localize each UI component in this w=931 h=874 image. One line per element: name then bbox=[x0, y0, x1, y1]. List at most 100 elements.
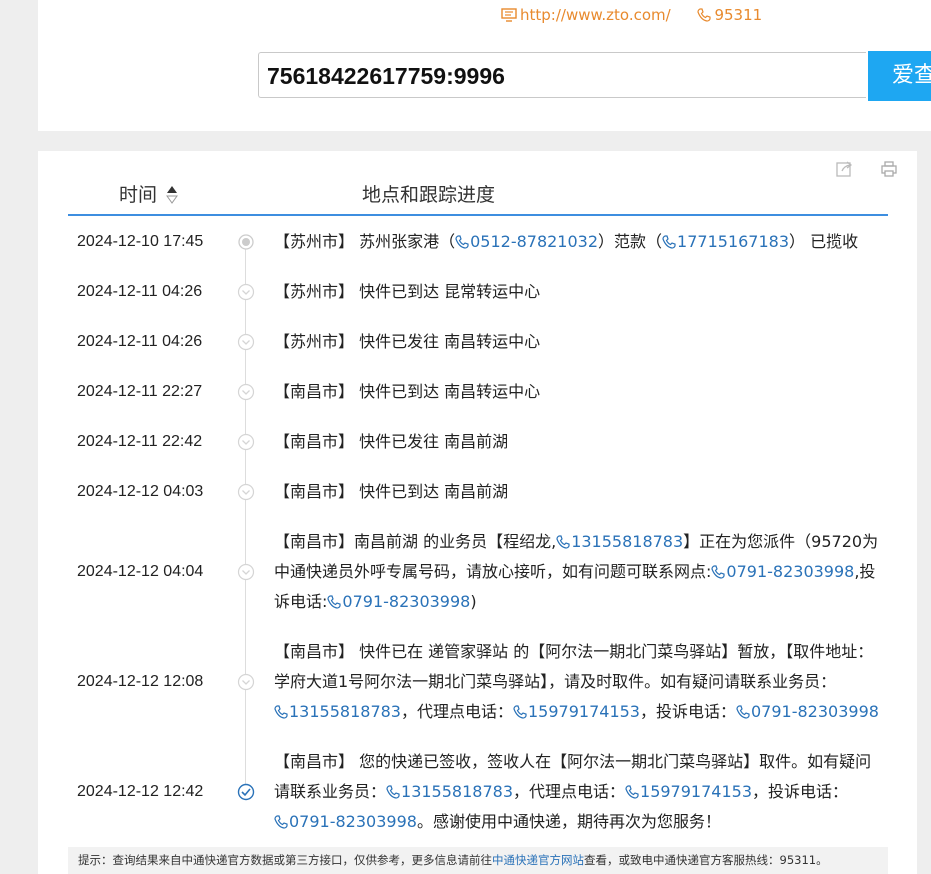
phone-icon bbox=[386, 785, 400, 799]
sort-icon[interactable] bbox=[165, 183, 179, 205]
share-icon[interactable] bbox=[835, 160, 853, 178]
phone-number: 0791-82303998 bbox=[342, 592, 471, 611]
event-description: 【南昌市】 快件已到达 南昌前湖 bbox=[274, 477, 884, 507]
phone-link[interactable]: 0791-82303998 bbox=[711, 562, 854, 581]
event-text: ，代理点电话： bbox=[513, 782, 626, 801]
event-time: 2024-12-12 04:04 bbox=[77, 563, 204, 580]
event-description: 【南昌市】 快件已发往 南昌前湖 bbox=[274, 427, 884, 457]
event-text: 【苏州市】 快件已到达 昆常转运中心 bbox=[274, 282, 541, 301]
phone-number: 13155818783 bbox=[289, 702, 401, 721]
phone-link[interactable]: 0791-82303998 bbox=[327, 592, 470, 611]
search-card: http://www.zto.com/ 95311 75618422617759… bbox=[38, 0, 931, 131]
event-text: 【南昌市】 快件已发往 南昌前湖 bbox=[274, 432, 509, 451]
search-button[interactable]: 爱查 bbox=[868, 51, 931, 101]
chevron-down-icon bbox=[237, 333, 255, 351]
event-text: 【南昌市】 快件已到达 南昌前湖 bbox=[274, 482, 509, 501]
phone-number: 0791-82303998 bbox=[751, 702, 879, 721]
phone-number: 15979174153 bbox=[640, 782, 752, 801]
notice-text-before: 提示：查询结果来自中通快递官方数据或第三方接口，仅供参考，更多信息请前往 bbox=[78, 853, 492, 867]
phone-icon bbox=[556, 535, 570, 549]
chevron-down-icon bbox=[237, 673, 255, 691]
time-header-label: 时间 bbox=[119, 184, 158, 206]
event-row: 2024-12-12 04:04 【南昌市】南昌前湖 的业务员【程绍龙, 13155… bbox=[38, 527, 917, 617]
event-text: 【南昌市】 快件已在 递管家驿站 的【阿尔法一期北门菜鸟驿站】暂放，【取件地址：… bbox=[274, 642, 874, 691]
phone-link[interactable]: 15979174153 bbox=[625, 782, 752, 801]
phone-icon bbox=[736, 705, 750, 719]
phone-number: 0791-82303998 bbox=[726, 562, 855, 581]
phone-link[interactable]: 0791-82303998 bbox=[736, 702, 879, 721]
event-text: ，投诉电话： bbox=[752, 782, 849, 801]
website-text: http://www.zto.com/ bbox=[520, 6, 671, 24]
print-icon[interactable] bbox=[880, 160, 898, 178]
phone-icon bbox=[455, 235, 469, 249]
event-description: 【南昌市】 快件已在 递管家驿站 的【阿尔法一期北门菜鸟驿站】暂放，【取件地址：… bbox=[274, 637, 884, 727]
collected-dot-icon bbox=[237, 233, 255, 251]
event-description: 【南昌市】 快件已到达 南昌转运中心 bbox=[274, 377, 884, 407]
header-divider bbox=[68, 214, 888, 216]
website-link[interactable]: http://www.zto.com/ bbox=[501, 6, 671, 24]
event-text: 。感谢使用中通快递，期待再次为您服务！ bbox=[416, 812, 721, 831]
signed-check-icon bbox=[237, 783, 255, 801]
chevron-down-icon bbox=[237, 563, 255, 581]
phone-link[interactable]: 0791-82303998 bbox=[274, 812, 417, 831]
event-row: 2024-12-11 22:42 【南昌市】 快件已发往 南昌前湖 bbox=[38, 427, 917, 457]
event-time: 2024-12-11 04:26 bbox=[77, 283, 203, 300]
event-time: 2024-12-11 22:42 bbox=[77, 433, 203, 450]
phone-link[interactable]: 13155818783 bbox=[274, 702, 401, 721]
event-row: 2024-12-10 17:45 【苏州市】 苏州张家港（ 0512-8782103… bbox=[38, 227, 917, 257]
phone-link[interactable]: 13155818783 bbox=[386, 782, 513, 801]
event-text: 【苏州市】 苏州张家港（ bbox=[274, 232, 456, 251]
phone-number: 0512-87821032 bbox=[470, 232, 599, 251]
phone-icon bbox=[625, 785, 639, 799]
phone-number: 13155818783 bbox=[571, 532, 684, 551]
phone-number: 0791-82303998 bbox=[289, 812, 417, 831]
event-description: 【南昌市】 您的快递已签收，签收人在【阿尔法一期北门菜鸟驿站】取件。如有疑问请联… bbox=[274, 747, 884, 837]
phone-number: 13155818783 bbox=[401, 782, 513, 801]
event-text: ，代理点电话： bbox=[400, 702, 513, 721]
tracking-result-card: 时间 地点和跟踪进度 2024-12-10 17:45 【苏州市】 苏州张家港（ 0… bbox=[38, 151, 917, 874]
phone-link[interactable]: 13155818783 bbox=[556, 532, 683, 551]
chevron-down-icon bbox=[237, 283, 255, 301]
event-text: ，投诉电话： bbox=[639, 702, 736, 721]
event-description: 【苏州市】 苏州张家港（ 0512-87821032）范款（ 17715167183… bbox=[274, 227, 884, 257]
tracking-number-input[interactable]: 75618422617759:9996 bbox=[258, 52, 866, 98]
official-site-link[interactable]: 中通快递官方网站 bbox=[492, 853, 584, 867]
chevron-down-icon bbox=[237, 483, 255, 501]
event-text: 【南昌市】南昌前湖 的业务员【程绍龙, bbox=[274, 532, 557, 551]
phone-link[interactable]: 0512-87821032 bbox=[455, 232, 598, 251]
event-time: 2024-12-12 04:03 bbox=[77, 483, 204, 500]
phone-link[interactable]: 15979174153 bbox=[513, 702, 640, 721]
phone-link[interactable]: 95311 bbox=[697, 6, 762, 24]
phone-link[interactable]: 17715167183 bbox=[662, 232, 789, 251]
phone-icon bbox=[327, 595, 342, 609]
chevron-down-icon bbox=[237, 383, 255, 401]
phone-icon bbox=[274, 705, 288, 719]
phone-icon bbox=[513, 705, 527, 719]
phone-number: 17715167183 bbox=[677, 232, 790, 251]
event-time: 2024-12-11 22:27 bbox=[77, 383, 203, 400]
phone-text: 95311 bbox=[714, 6, 763, 24]
notice-text-after: 查看，或致电中通快递官方客服热线：95311。 bbox=[584, 853, 828, 867]
company-links: http://www.zto.com/ 95311 bbox=[501, 6, 762, 26]
event-text: 【苏州市】 快件已发往 南昌转运中心 bbox=[274, 332, 541, 351]
event-text: 【南昌市】 快件已到达 南昌转运中心 bbox=[274, 382, 541, 401]
event-time: 2024-12-11 04:26 bbox=[77, 333, 203, 350]
event-time: 2024-12-10 17:45 bbox=[77, 233, 204, 250]
phone-icon bbox=[662, 235, 676, 249]
event-row: 2024-12-12 04:03 【南昌市】 快件已到达 南昌前湖 bbox=[38, 477, 917, 507]
event-text: ) bbox=[470, 592, 477, 611]
phone-icon bbox=[711, 565, 726, 579]
event-row: 2024-12-11 04:26 【苏州市】 快件已到达 昆常转运中心 bbox=[38, 277, 917, 307]
website-icon bbox=[501, 8, 517, 22]
event-row: 2024-12-12 12:08 【南昌市】 快件已在 递管家驿站 的【阿尔法一期… bbox=[38, 637, 917, 727]
phone-icon bbox=[697, 8, 712, 22]
event-time: 2024-12-12 12:42 bbox=[77, 783, 204, 800]
chevron-down-icon bbox=[237, 433, 255, 451]
phone-icon bbox=[274, 815, 288, 829]
event-time: 2024-12-12 12:08 bbox=[77, 673, 204, 690]
event-text: ）范款（ bbox=[598, 232, 663, 251]
event-text: ） 已揽收 bbox=[789, 232, 859, 251]
event-row: 2024-12-12 12:42 【南昌市】 您的快递已签收，签收人在【阿尔法一期… bbox=[38, 747, 917, 837]
time-column-header[interactable]: 时间 bbox=[119, 180, 179, 207]
phone-number: 15979174153 bbox=[528, 702, 640, 721]
